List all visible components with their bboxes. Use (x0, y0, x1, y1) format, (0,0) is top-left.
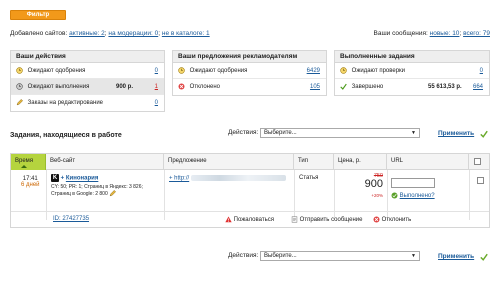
clock-icon (16, 83, 23, 90)
row-checkbox[interactable] (477, 177, 484, 184)
offers-awaiting-count[interactable]: 6429 (307, 63, 320, 79)
offers-rejected-count[interactable]: 105 (310, 79, 320, 95)
completed-count[interactable]: 664 (473, 79, 483, 95)
col-time[interactable]: Время (11, 154, 46, 170)
all-messages-link[interactable]: всего: 79 (463, 30, 490, 37)
price-current: 900 (364, 178, 383, 190)
pencil-icon (16, 98, 23, 106)
site-name-link[interactable]: Кинонария (66, 176, 98, 182)
document-icon (291, 216, 298, 223)
complain-action[interactable]: Пожаловаться (225, 216, 274, 223)
actions-select-bottom[interactable]: Выберите... ▼ (260, 251, 420, 261)
awaiting-approval-count[interactable]: 0 (155, 63, 158, 79)
pencil-icon[interactable] (109, 190, 117, 197)
checkmark-icon (340, 83, 347, 90)
reject-icon (373, 216, 380, 223)
actions-bar-top: Действия: Выберите... ▼ (228, 128, 420, 138)
actions-label: Действия: (228, 129, 259, 136)
actions-label: Действия: (228, 252, 259, 259)
chevron-down-icon: ▼ (411, 130, 416, 136)
task-type: Статья (299, 175, 319, 181)
messages-summary: Ваши сообщения: новые: 10; всего: 79 (373, 30, 491, 37)
filter-button[interactable]: Фильтр (10, 10, 66, 20)
not-catalog-sites-link[interactable]: не в каталоге: 1 (162, 30, 210, 37)
active-sites-link[interactable]: активные: 2 (69, 30, 105, 37)
offers-awaiting-row: Ожидают одобрения 6429 (173, 63, 326, 79)
price-percent: +20% (371, 193, 383, 198)
actions-bar-bottom: Действия: Выберите... ▼ (228, 251, 420, 261)
task-website: K + Кинонария CY: 50; PR: 1; Страниц в Я… (51, 174, 163, 197)
col-type: Тип (294, 154, 334, 170)
blurred-url (190, 175, 286, 181)
sites-summary: Добавлено сайтов: активные: 2; на модера… (10, 30, 210, 37)
col-price: Цена, р. (334, 154, 387, 170)
apply-button-bottom[interactable]: Применить (438, 253, 474, 260)
warning-icon (225, 216, 232, 223)
reject-action[interactable]: Отклонить (373, 216, 411, 223)
tasks-table: Время Веб-сайт Предложение Тип Цена, р. … (10, 153, 490, 228)
clock-icon (16, 67, 23, 74)
task-price: 750 900 +20% (337, 173, 383, 198)
edit-orders-row: Заказы на редактирование 0 (11, 95, 164, 111)
completed-tasks-box: Выполненные задания Ожидают проверки 0 З… (334, 50, 490, 96)
clock-icon (178, 67, 185, 74)
checkmark-icon (391, 192, 398, 199)
awaiting-execution-row: Ожидают выполнения 900 р. 1 (11, 79, 164, 95)
done-link[interactable]: Выполнено? (400, 193, 435, 199)
edit-orders-count[interactable]: 0 (155, 95, 158, 111)
select-all-checkbox[interactable] (474, 158, 481, 165)
col-select (469, 154, 491, 170)
tasks-in-progress-title: Задания, находящиеся в работе (10, 132, 122, 139)
site-logo-icon: K (51, 174, 59, 182)
checkmark-icon (480, 130, 488, 138)
col-website: Веб-сайт (46, 154, 164, 170)
reject-icon (178, 83, 185, 90)
messages-label: Ваши сообщения: (373, 30, 428, 37)
actions-select[interactable]: Выберите... ▼ (260, 128, 420, 138)
completed-sum: 55 613,53 р. (428, 84, 462, 90)
awaiting-approval-row: Ожидают одобрения 0 (11, 63, 164, 79)
awaiting-execution-count[interactable]: 1 (155, 79, 158, 95)
clock-icon (340, 67, 347, 74)
apply-button[interactable]: Применить (438, 130, 474, 137)
completed-tasks-title: Выполненные задания (335, 51, 489, 63)
site-stats-2: Страниц в Google: 2 800 (51, 190, 163, 197)
col-offer: Предложение (164, 154, 294, 170)
chevron-down-icon: ▼ (411, 253, 416, 259)
task-time: 17:41 6 дней (21, 176, 40, 188)
your-actions-box: Ваши действия Ожидают одобрения 0 Ожидаю… (10, 50, 165, 112)
expand-site-button[interactable]: + (61, 176, 65, 182)
new-messages-link[interactable]: новые: 10 (430, 30, 460, 37)
send-message-action[interactable]: Отправить сообщение (291, 216, 362, 223)
completed-row: Завершено 55 613,53 р. 664 (335, 79, 489, 95)
awaiting-check-row: Ожидают проверки 0 (335, 63, 489, 79)
done-question: Выполнено? (391, 192, 435, 199)
your-actions-title: Ваши действия (11, 51, 164, 63)
col-url: URL (387, 154, 469, 170)
checkmark-icon (480, 253, 488, 261)
task-id-link[interactable]: ID: 27427735 (53, 216, 89, 222)
your-offers-box: Ваши предложения рекламодателям Ожидают … (172, 50, 327, 96)
table-header: Время Веб-сайт Предложение Тип Цена, р. … (11, 154, 489, 170)
sites-summary-label: Добавлено сайтов: (10, 30, 68, 37)
your-offers-title: Ваши предложения рекламодателям (173, 51, 326, 63)
task-offer: + http:// (169, 175, 286, 182)
moderation-sites-link[interactable]: на модерации: 0 (108, 30, 158, 37)
url-input[interactable] (391, 178, 435, 188)
awaiting-execution-sum: 900 р. (116, 84, 134, 90)
offers-rejected-row: Отклонено 105 (173, 79, 326, 95)
awaiting-check-count[interactable]: 0 (480, 63, 483, 79)
offer-link[interactable]: + http:// (169, 176, 189, 182)
